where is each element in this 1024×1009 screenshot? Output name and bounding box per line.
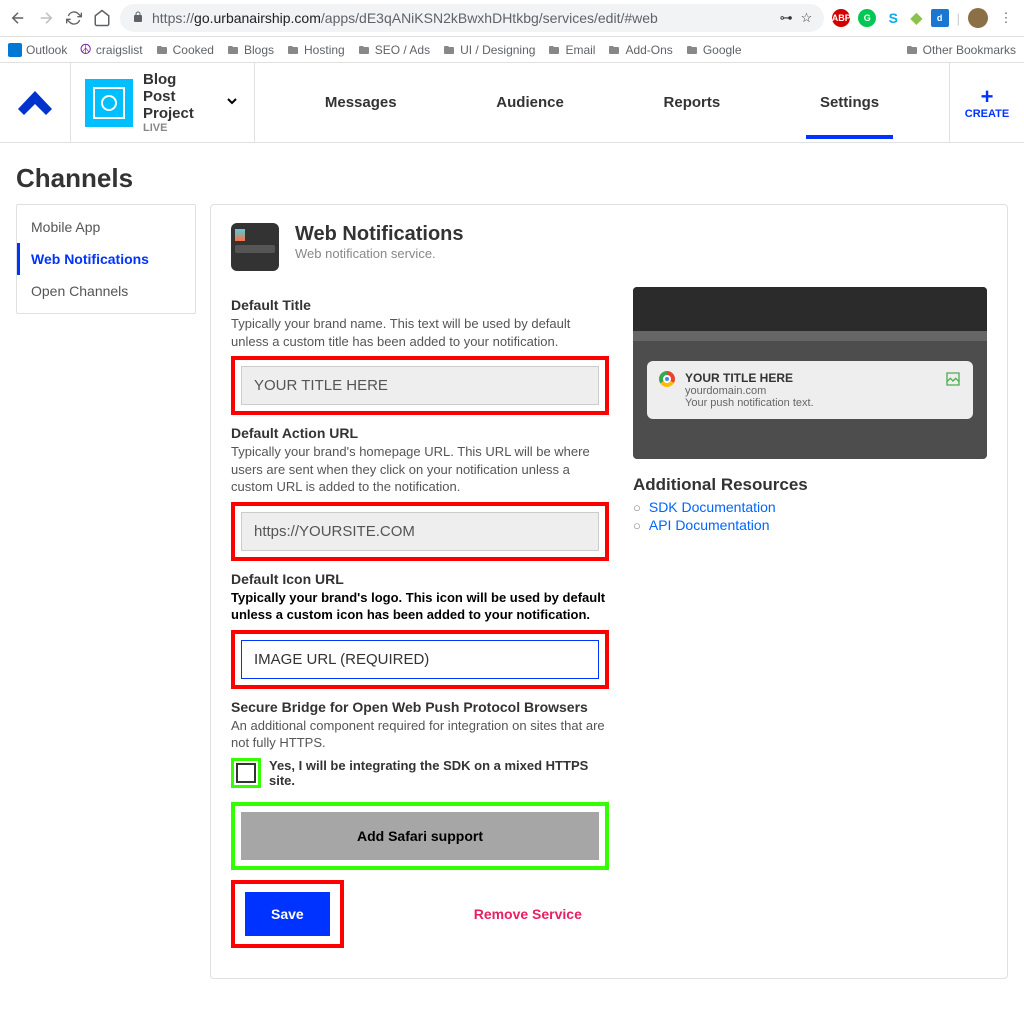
sidebar-item-web[interactable]: Web Notifications (17, 243, 195, 275)
tab-audience[interactable]: Audience (496, 66, 564, 139)
highlight-checkbox (231, 758, 261, 788)
settings-panel: Web Notifications Web notification servi… (210, 204, 1008, 979)
lock-icon (132, 11, 144, 26)
panel-subtitle: Web notification service. (295, 246, 464, 261)
bookmarks-bar: Outlook ☮craigslist Cooked Blogs Hosting… (0, 37, 1024, 63)
tab-settings[interactable]: Settings (820, 66, 879, 139)
bullet-icon: ○ (633, 518, 641, 533)
channels-sidebar: Mobile App Web Notifications Open Channe… (16, 204, 196, 314)
web-notifications-icon (231, 223, 279, 271)
secure-bridge-label: Secure Bridge for Open Web Push Protocol… (231, 699, 609, 715)
ext-icon-5[interactable]: d (931, 9, 949, 27)
bookmark-google[interactable]: Google (685, 43, 742, 57)
url-bar[interactable]: https://go.urbanairship.com/apps/dE3qANi… (120, 4, 824, 32)
default-title-help: Typically your brand name. This text wil… (231, 315, 609, 350)
project-switcher[interactable]: BlogPostProject LIVE (70, 63, 255, 142)
highlight-icon (231, 630, 609, 689)
bookmark-addons[interactable]: Add-Ons (607, 43, 672, 57)
tab-reports[interactable]: Reports (664, 66, 721, 139)
create-button[interactable]: + CREATE (949, 63, 1024, 142)
remove-service-link[interactable]: Remove Service (474, 906, 582, 922)
add-safari-button[interactable]: Add Safari support (241, 812, 599, 860)
notification-preview: YOUR TITLE HERE yourdomain.com Your push… (633, 287, 987, 459)
https-checkbox-label: Yes, I will be integrating the SDK on a … (269, 758, 609, 788)
app-logo[interactable] (0, 63, 70, 142)
default-title-input[interactable] (241, 366, 599, 405)
tab-messages[interactable]: Messages (325, 66, 397, 139)
abp-icon[interactable]: ABP (832, 9, 850, 27)
avatar[interactable] (968, 8, 988, 28)
bookmark-hosting[interactable]: Hosting (286, 43, 345, 57)
highlight-save: Save (231, 880, 344, 948)
default-icon-help: Typically your brand's logo. This icon w… (231, 589, 609, 624)
browser-toolbar: https://go.urbanairship.com/apps/dE3qANi… (0, 0, 1024, 37)
sdk-doc-link[interactable]: SDK Documentation (649, 499, 776, 515)
preview-domain: yourdomain.com (685, 385, 935, 397)
star-icon[interactable]: ☆ (801, 10, 813, 26)
default-icon-input[interactable] (241, 640, 599, 679)
bookmark-outlook[interactable]: Outlook (8, 43, 67, 57)
sidebar-item-open[interactable]: Open Channels (17, 275, 195, 307)
default-url-help: Typically your brand's homepage URL. Thi… (231, 443, 609, 496)
bullet-icon: ○ (633, 500, 641, 515)
preview-body: Your push notification text. (685, 397, 935, 409)
back-icon[interactable] (8, 8, 28, 28)
project-icon (85, 79, 133, 127)
forward-icon[interactable] (36, 8, 56, 28)
bookmark-other[interactable]: Other Bookmarks (905, 43, 1016, 57)
api-doc-link[interactable]: API Documentation (649, 517, 770, 533)
bookmark-email[interactable]: Email (547, 43, 595, 57)
https-checkbox[interactable] (236, 763, 256, 783)
default-url-input[interactable] (241, 512, 599, 551)
page-title: Channels (0, 143, 1024, 204)
sidebar-item-mobile[interactable]: Mobile App (17, 211, 195, 243)
bookmark-seo[interactable]: SEO / Ads (357, 43, 430, 57)
highlight-url (231, 502, 609, 561)
highlight-safari: Add Safari support (231, 802, 609, 870)
default-icon-label: Default Icon URL (231, 571, 609, 587)
default-title-label: Default Title (231, 297, 609, 313)
bookmark-craigslist[interactable]: ☮craigslist (79, 41, 142, 58)
bookmark-ui[interactable]: UI / Designing (442, 43, 535, 57)
chrome-icon (659, 371, 675, 387)
create-label: CREATE (965, 108, 1009, 120)
resources-title: Additional Resources (633, 475, 987, 495)
reload-icon[interactable] (64, 8, 84, 28)
key-icon[interactable]: ⊶ (780, 10, 793, 26)
notification-card: YOUR TITLE HERE yourdomain.com Your push… (647, 361, 973, 419)
menu-icon[interactable]: ⋮ (996, 8, 1016, 28)
ext-icon-4[interactable]: ◆ (910, 8, 922, 28)
bookmark-blogs[interactable]: Blogs (226, 43, 274, 57)
plus-icon: + (981, 86, 994, 108)
project-name: BlogPostProject (143, 71, 194, 123)
secure-bridge-help: An additional component required for int… (231, 717, 609, 752)
preview-title: YOUR TITLE HERE (685, 371, 935, 385)
home-icon[interactable] (92, 8, 112, 28)
default-url-label: Default Action URL (231, 425, 609, 441)
divider: | (957, 11, 960, 26)
broken-image-icon (945, 371, 961, 387)
nav-tabs: Messages Audience Reports Settings (255, 63, 949, 142)
save-button[interactable]: Save (245, 892, 330, 936)
grammarly-icon[interactable]: G (858, 9, 876, 27)
url-text: https://go.urbanairship.com/apps/dE3qANi… (152, 10, 772, 26)
project-status: LIVE (143, 122, 194, 134)
bookmark-cooked[interactable]: Cooked (155, 43, 214, 57)
chevron-down-icon (224, 93, 240, 112)
panel-title: Web Notifications (295, 223, 464, 246)
app-header: BlogPostProject LIVE Messages Audience R… (0, 63, 1024, 143)
highlight-title (231, 356, 609, 415)
skype-icon[interactable]: S (884, 9, 902, 27)
